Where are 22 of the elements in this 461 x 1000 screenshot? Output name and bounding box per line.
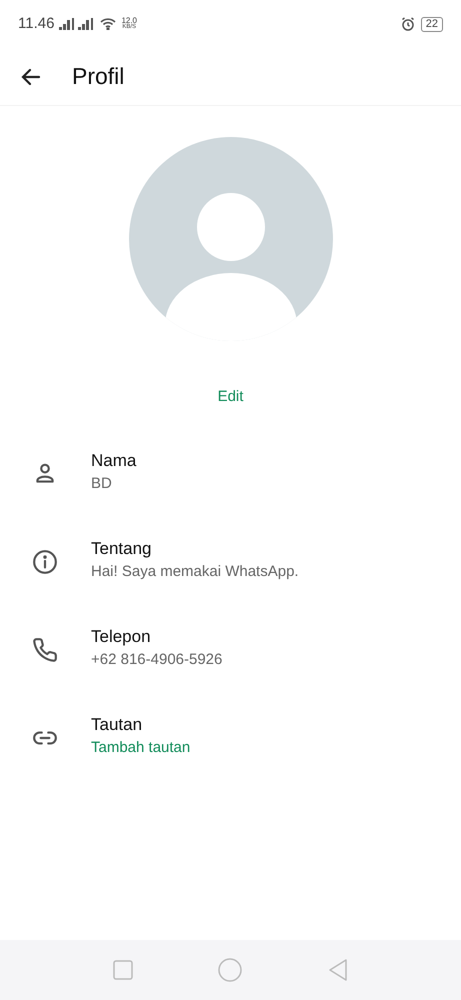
edit-link[interactable]: Edit [218,386,244,408]
alarm-icon [400,17,415,31]
field-value: +62 816-4906-5926 [91,650,222,670]
phone-icon [32,636,58,662]
back-icon[interactable] [328,959,348,981]
network-speed: 12.0 [121,17,138,24]
page-title: Profil [72,62,124,92]
wifi-icon [100,18,116,30]
info-icon [32,548,58,574]
field-label: Tautan [91,714,144,736]
battery-indicator: 22 [420,16,443,32]
field-value: BD [91,474,113,494]
field-label: Telepon [91,626,152,648]
status-time: 11.46 [18,14,54,34]
field-value: Hai! Saya memakai WhatsApp. [91,562,299,582]
add-link[interactable]: Tambah tautan [91,736,190,758]
field-label: Nama [91,450,136,472]
recent-apps-icon[interactable] [112,960,133,980]
field-label: Tentang [91,538,152,560]
home-icon[interactable] [218,958,242,982]
signal-icon [59,18,96,30]
avatar-placeholder[interactable] [128,137,332,341]
